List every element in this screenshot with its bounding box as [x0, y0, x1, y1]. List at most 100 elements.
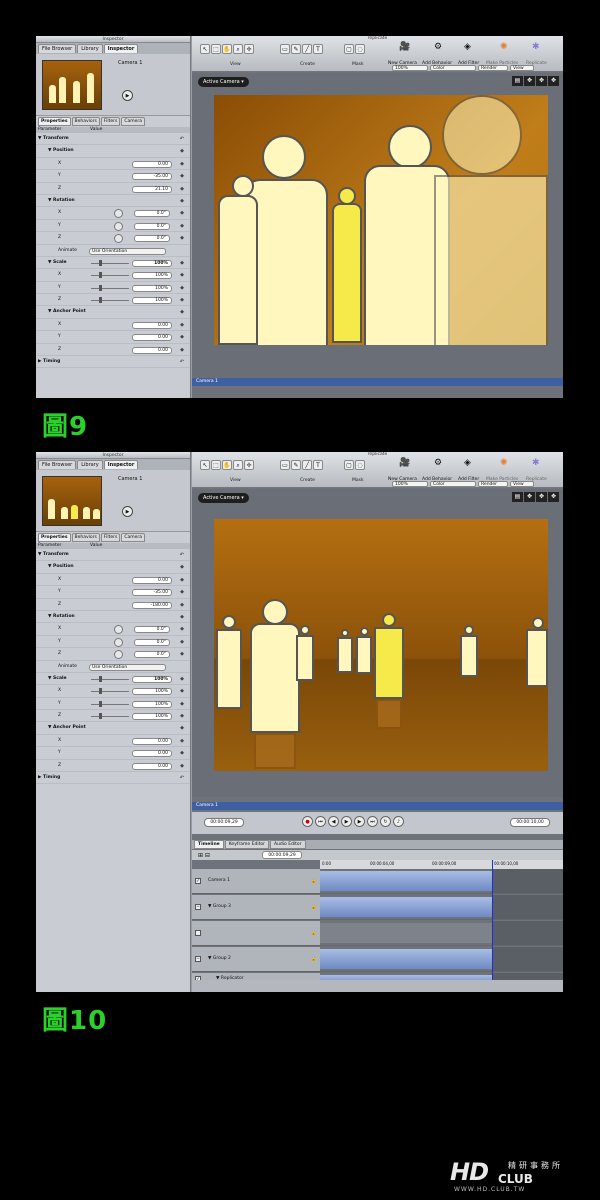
mask-rect-icon[interactable]: ▢	[344, 44, 354, 54]
subtab-camera[interactable]: Camera	[121, 533, 146, 542]
tab-keyframe-editor[interactable]: Keyframe Editor	[224, 840, 269, 849]
view-select[interactable]: View	[510, 65, 534, 71]
color-select[interactable]: Color	[430, 481, 476, 487]
position-row[interactable]: ▼ Position ◆	[36, 561, 190, 574]
scale-slider[interactable]	[91, 259, 129, 266]
anchor-row[interactable]: ▼ Anchor Point ◆	[36, 306, 190, 319]
dolly-icon[interactable]: ✥	[548, 76, 559, 86]
layer-checkbox[interactable]: ✓	[195, 878, 201, 884]
tab-library[interactable]: Library	[77, 44, 103, 53]
scale-x-slider[interactable]	[91, 688, 129, 695]
new-camera-icon[interactable]: 🎥	[399, 42, 410, 52]
play-icon[interactable]: ▶	[122, 506, 133, 517]
rotation-x-dial[interactable]	[114, 625, 123, 635]
new-camera-icon[interactable]: 🎥	[399, 458, 410, 468]
scale-y-field[interactable]: 100%	[132, 284, 172, 292]
transform-row[interactable]: ▼ Transform ↶	[36, 133, 190, 146]
scale-z-field[interactable]: 100%	[132, 297, 172, 305]
scale-field[interactable]: 100%	[132, 675, 172, 683]
make-particles-icon[interactable]: ✺	[500, 458, 508, 468]
scale-row[interactable]: ▼ Scale 100% ◆	[36, 673, 190, 686]
active-camera-menu[interactable]: Active Camera ▾	[198, 77, 249, 87]
anchor-x-field[interactable]: 0.00	[132, 321, 172, 329]
tab-file-browser[interactable]: File Browser	[38, 460, 77, 469]
text-tool-icon[interactable]: T	[313, 44, 323, 54]
rotation-y-field[interactable]: 0.0°	[134, 638, 170, 646]
layer-checkbox[interactable]	[195, 930, 201, 936]
position-x-field[interactable]: 0.00	[132, 160, 172, 168]
subtab-behaviors[interactable]: Behaviors	[71, 117, 100, 126]
camera-strip[interactable]: Camera 1	[192, 802, 563, 810]
render-select[interactable]: Render	[478, 481, 508, 487]
transform-tool-icon[interactable]: ⬚	[211, 460, 221, 470]
scale-x-field[interactable]: 100%	[132, 272, 172, 280]
subtab-properties[interactable]: Properties	[38, 117, 71, 126]
tab-library[interactable]: Library	[77, 460, 103, 469]
scale-y-field[interactable]: 100%	[132, 700, 172, 708]
select-tool-icon[interactable]: ↖	[200, 460, 210, 470]
lock-icon[interactable]: 🔒	[311, 904, 317, 910]
mask-bezier-icon[interactable]: ◌	[355, 460, 365, 470]
scale-z-field[interactable]: 100%	[132, 713, 172, 721]
lock-icon[interactable]: 🔒	[311, 956, 317, 962]
add-filter-icon[interactable]: ◈	[464, 458, 471, 468]
transform-row[interactable]: ▼ Transform ↶	[36, 549, 190, 562]
layer-row[interactable]: − ▼ Group 3 🔒	[192, 895, 563, 920]
position-z-field[interactable]: -180.00	[132, 601, 172, 609]
subtab-properties[interactable]: Properties	[38, 533, 71, 542]
tab-audio-editor[interactable]: Audio Editor	[269, 840, 306, 849]
anchor-y-field[interactable]: 0.00	[132, 334, 172, 342]
tab-file-browser[interactable]: File Browser	[38, 44, 77, 53]
paint-tool-icon[interactable]: ╱	[302, 460, 312, 470]
position-y-field[interactable]: -35.00	[132, 173, 172, 181]
mute-icon[interactable]: ♪	[393, 816, 404, 827]
view-select[interactable]: View	[510, 481, 534, 487]
rectangle-tool-icon[interactable]: ▭	[280, 460, 290, 470]
scale-field[interactable]: 100%	[132, 259, 172, 267]
rotation-z-field[interactable]: 0.0°	[134, 235, 170, 243]
rotation-z-dial[interactable]	[114, 650, 123, 660]
rotation-y-field[interactable]: 0.0°	[134, 222, 170, 230]
camera-strip[interactable]: Camera 1	[192, 378, 563, 386]
rotation-x-dial[interactable]	[114, 209, 123, 219]
active-camera-menu[interactable]: Active Camera ▾	[198, 493, 249, 503]
playhead[interactable]	[492, 860, 493, 980]
bezier-tool-icon[interactable]: ✎	[291, 44, 301, 54]
pan-icon[interactable]: ✥	[536, 492, 547, 502]
subtab-filters[interactable]: Filters	[100, 117, 121, 126]
timing-row[interactable]: ▶ Timing ↶	[36, 356, 190, 369]
transform-tool-icon[interactable]: ⬚	[211, 44, 221, 54]
subtab-filters[interactable]: Filters	[100, 533, 121, 542]
zoom-tool-icon[interactable]: ⌕	[233, 460, 243, 470]
canvas[interactable]: Active Camera ▾ ▤ ✥ ✥ ✥	[192, 73, 563, 378]
scale-z-slider[interactable]	[91, 713, 129, 720]
text-tool-icon[interactable]: T	[313, 460, 323, 470]
scale-y-slider[interactable]	[91, 284, 129, 291]
tab-inspector[interactable]: Inspector	[103, 460, 139, 469]
3d-tool-icon[interactable]: ✢	[244, 460, 254, 470]
rotation-row[interactable]: ▼ Rotation ◆	[36, 611, 190, 624]
layer-bar[interactable]	[320, 923, 492, 943]
zoom-select[interactable]: 100%	[392, 65, 428, 71]
rotation-x-field[interactable]: 0.0°	[134, 210, 170, 218]
add-filter-icon[interactable]: ◈	[464, 42, 471, 52]
current-time-field[interactable]: 00:00:09,29	[204, 818, 244, 827]
add-remove-layer-icon[interactable]: ⊞ ⊟	[198, 852, 210, 859]
scale-x-slider[interactable]	[91, 272, 129, 279]
rotation-z-dial[interactable]	[114, 234, 123, 244]
play-button-icon[interactable]: ▶	[341, 816, 352, 827]
tab-inspector[interactable]: Inspector	[103, 44, 139, 53]
layer-bar[interactable]	[320, 871, 492, 891]
zoom-select[interactable]: 100%	[392, 481, 428, 487]
add-behavior-icon[interactable]: ⚙	[434, 458, 442, 468]
rotation-y-dial[interactable]	[114, 221, 123, 231]
anchor-z-field[interactable]: 0.00	[132, 346, 172, 354]
bezier-tool-icon[interactable]: ✎	[291, 460, 301, 470]
layer-row[interactable]: ✓ Camera 1 🔒	[192, 869, 563, 894]
rotation-x-field[interactable]: 0.0°	[134, 626, 170, 634]
mask-rect-icon[interactable]: ▢	[344, 460, 354, 470]
anchor-x-field[interactable]: 0.00	[132, 737, 172, 745]
animate-dropdown[interactable]: Use Orientation	[89, 247, 166, 255]
layer-bar[interactable]	[320, 949, 492, 969]
layer-row[interactable]: 🔒	[192, 921, 563, 946]
